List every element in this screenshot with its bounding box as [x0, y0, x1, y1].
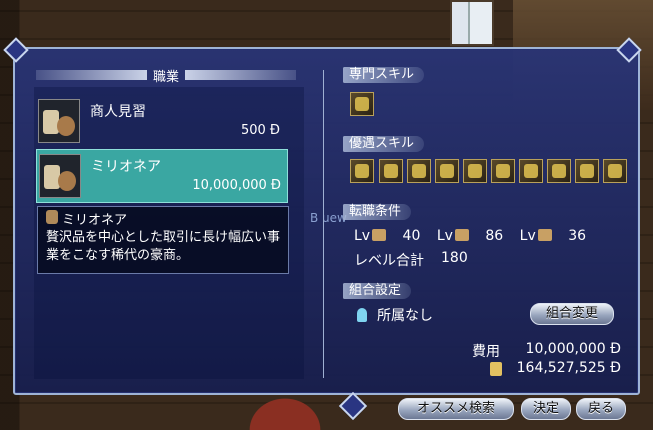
tooltip-description: 贅沢品を中心とした取引に長け幅広い事業をこなす稀代の豪商。 — [46, 230, 281, 263]
skill-8-icon[interactable] — [547, 159, 571, 183]
confirm-button[interactable]: 決定 — [521, 398, 571, 420]
level-requirements: Lv 40 Lv 86 Lv 36 — [354, 228, 586, 244]
skill-2-icon[interactable] — [379, 159, 403, 183]
cost-label: 費用 — [472, 344, 500, 360]
member-icon — [357, 308, 367, 322]
specialty-skill-label: 専門スキル — [343, 67, 425, 83]
trade-icon — [454, 229, 469, 241]
skill-7-icon[interactable] — [519, 159, 543, 183]
job-tooltip: ミリオネア 贅沢品を中心とした取引に長け幅広い事業をこなす稀代の豪商。 — [37, 206, 289, 274]
money-bag-icon — [46, 210, 58, 224]
background-player-name: B uew — [310, 211, 347, 225]
battle-level: 36 — [568, 228, 587, 244]
level-total-value: 180 — [441, 250, 468, 266]
column-divider — [323, 70, 324, 378]
job-section-title: 職業 — [30, 66, 302, 85]
guild-settings-label: 組合設定 — [343, 283, 412, 299]
guild-status: 所属なし — [377, 308, 433, 324]
battle-swords-icon — [537, 229, 552, 241]
job-name: 商人見習 — [90, 104, 146, 120]
skill-5-icon[interactable] — [463, 159, 487, 183]
guild-change-button[interactable]: 組合変更 — [530, 303, 614, 325]
job-price: 500 Ɖ — [240, 123, 280, 138]
merchant-goods-icon — [39, 154, 81, 198]
specialty-skill-icon[interactable] — [350, 92, 374, 116]
skill-4-icon[interactable] — [435, 159, 459, 183]
skill-10-icon[interactable] — [603, 159, 627, 183]
recommend-search-button[interactable]: オススメ検索 — [398, 398, 514, 420]
job-name: ミリオネア — [91, 159, 161, 175]
job-item-merchant-apprentice[interactable]: 商人見習 500 Ɖ — [36, 95, 286, 147]
skill-6-icon[interactable] — [491, 159, 515, 183]
lv-prefix: Lv — [519, 228, 536, 244]
lv-prefix: Lv — [354, 228, 371, 244]
merchant-goods-icon — [38, 99, 80, 143]
skill-3-icon[interactable] — [407, 159, 431, 183]
tooltip-title: ミリオネア — [62, 213, 128, 228]
preferred-skill-label: 優遇スキル — [343, 136, 425, 152]
trade-level: 86 — [485, 228, 504, 244]
skill-9-icon[interactable] — [575, 159, 599, 183]
cost-value: 10,000,000 Ɖ — [525, 341, 621, 357]
level-total-label: レベル合計 — [354, 253, 424, 269]
adventure-level: 40 — [402, 228, 421, 244]
lv-prefix: Lv — [436, 228, 453, 244]
money-value: 164,527,525 Ɖ — [516, 360, 621, 376]
skill-1-icon[interactable] — [350, 159, 374, 183]
background-window — [450, 0, 494, 46]
job-conditions-label: 転職条件 — [343, 204, 412, 220]
background-character — [240, 390, 330, 430]
job-item-millionaire[interactable]: ミリオネア 10,000,000 Ɖ — [36, 149, 288, 203]
adventure-icon — [372, 229, 387, 241]
job-price: 10,000,000 Ɖ — [192, 178, 281, 193]
back-button[interactable]: 戻る — [576, 398, 626, 420]
money-icon — [490, 362, 502, 376]
